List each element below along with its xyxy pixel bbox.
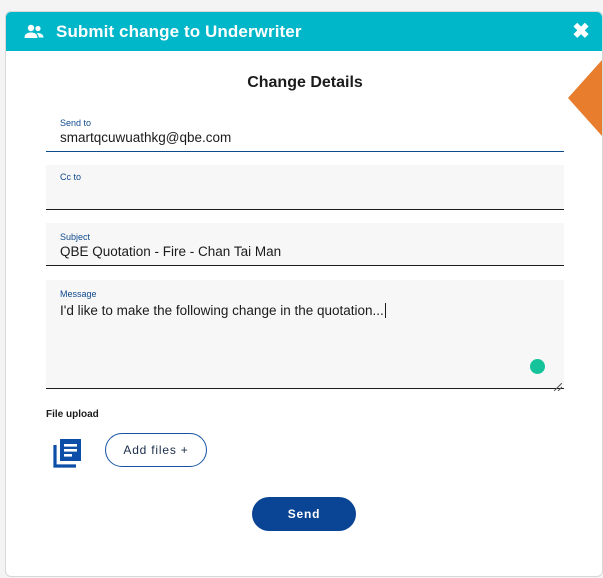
grammar-assistant-icon[interactable]	[530, 359, 545, 374]
send-to-label: Send to	[60, 118, 92, 128]
send-to-field[interactable]: Send to smartqcuwuathkg@qbe.com	[46, 114, 564, 152]
subject-field[interactable]: Subject QBE Quotation - Fire - Chan Tai …	[46, 223, 564, 266]
message-field[interactable]: Message I'd like to make the following c…	[46, 280, 564, 392]
cc-to-field[interactable]: Cc to	[46, 165, 564, 210]
orange-flag-marker	[568, 60, 602, 136]
file-upload-label: File upload	[46, 409, 99, 420]
message-textarea[interactable]: I'd like to make the following change in…	[60, 302, 550, 319]
document-stack-icon	[52, 437, 84, 469]
message-label: Message	[60, 289, 97, 299]
people-icon	[23, 23, 45, 41]
subject-label: Subject	[60, 232, 91, 242]
close-icon[interactable]: ✖	[571, 21, 591, 42]
subject-input[interactable]: QBE Quotation - Fire - Chan Tai Man	[60, 243, 550, 260]
submit-change-dialog: Submit change to Underwriter ✖ Change De…	[5, 11, 603, 577]
dialog-title: Submit change to Underwriter	[56, 21, 302, 41]
send-button[interactable]: Send	[252, 497, 356, 531]
cc-to-label: Cc to	[60, 172, 82, 182]
message-text: I'd like to make the following change in…	[60, 303, 384, 318]
add-files-button[interactable]: Add files +	[105, 433, 207, 467]
section-title: Change Details	[247, 74, 363, 91]
text-cursor	[384, 303, 386, 318]
send-to-input[interactable]: smartqcuwuathkg@qbe.com	[60, 129, 550, 146]
dialog-header: Submit change to Underwriter ✖	[6, 12, 602, 51]
resize-handle-icon[interactable]	[553, 378, 563, 392]
